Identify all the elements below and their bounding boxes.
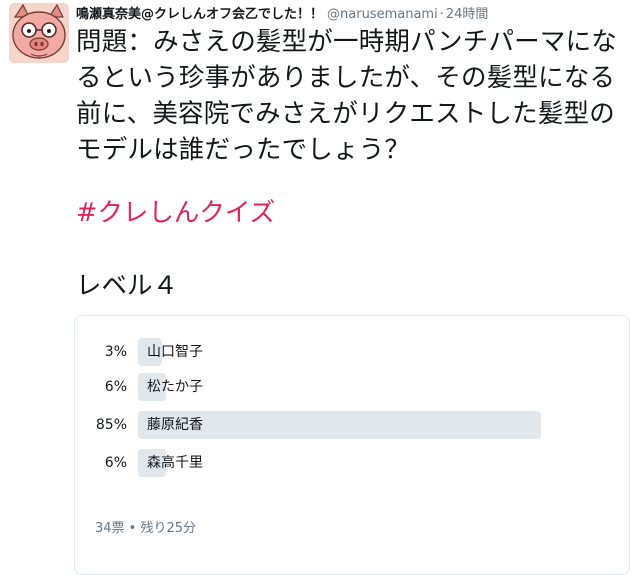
poll-option-percent: 6% bbox=[104, 455, 127, 471]
tweet-timestamp[interactable]: 24時間 bbox=[446, 7, 489, 22]
poll-option: 85% 藤原紀香 bbox=[75, 411, 629, 439]
poll-option-percent: 3% bbox=[104, 344, 127, 360]
separator-dot: · bbox=[439, 7, 444, 22]
poll-option-label: 松たか子 bbox=[147, 379, 203, 395]
hashtag-link[interactable]: #クレしんクイズ bbox=[76, 195, 275, 231]
poll-option: 3% 山口智子 bbox=[75, 338, 629, 366]
level-label: レベル４ bbox=[76, 271, 179, 301]
poll-option: 6% 森高千里 bbox=[75, 449, 629, 477]
avatar[interactable] bbox=[9, 3, 69, 63]
poll-option-label: 山口智子 bbox=[147, 344, 203, 360]
poll-option-percent: 6% bbox=[104, 379, 127, 395]
cartoon-pig-avatar-icon bbox=[9, 3, 69, 63]
tweet-header: 鳴瀬真奈美@クレしんオフ会乙でした！！ @narusemanami · 24時間 bbox=[76, 6, 630, 24]
author-handle[interactable]: @narusemanami bbox=[327, 7, 438, 22]
poll-option-percent: 85% bbox=[95, 417, 127, 433]
poll-option-label: 藤原紀香 bbox=[147, 417, 203, 433]
tweet-text: 問題：みさえの髪型が一時期パンチパーマになるという珍事がありましたが、その髪型に… bbox=[76, 27, 617, 165]
poll-option-label: 森高千里 bbox=[147, 455, 203, 471]
poll-option: 6% 松たか子 bbox=[75, 373, 629, 401]
author-display-name[interactable]: 鳴瀬真奈美@クレしんオフ会乙でした！！ bbox=[76, 7, 323, 22]
poll-footer: 34票 • 残り25分 bbox=[95, 521, 197, 536]
poll-card: 3% 山口智子 6% 松たか子 85% 藤原紀香 6% 森高千里 34票 • 残… bbox=[74, 315, 630, 575]
